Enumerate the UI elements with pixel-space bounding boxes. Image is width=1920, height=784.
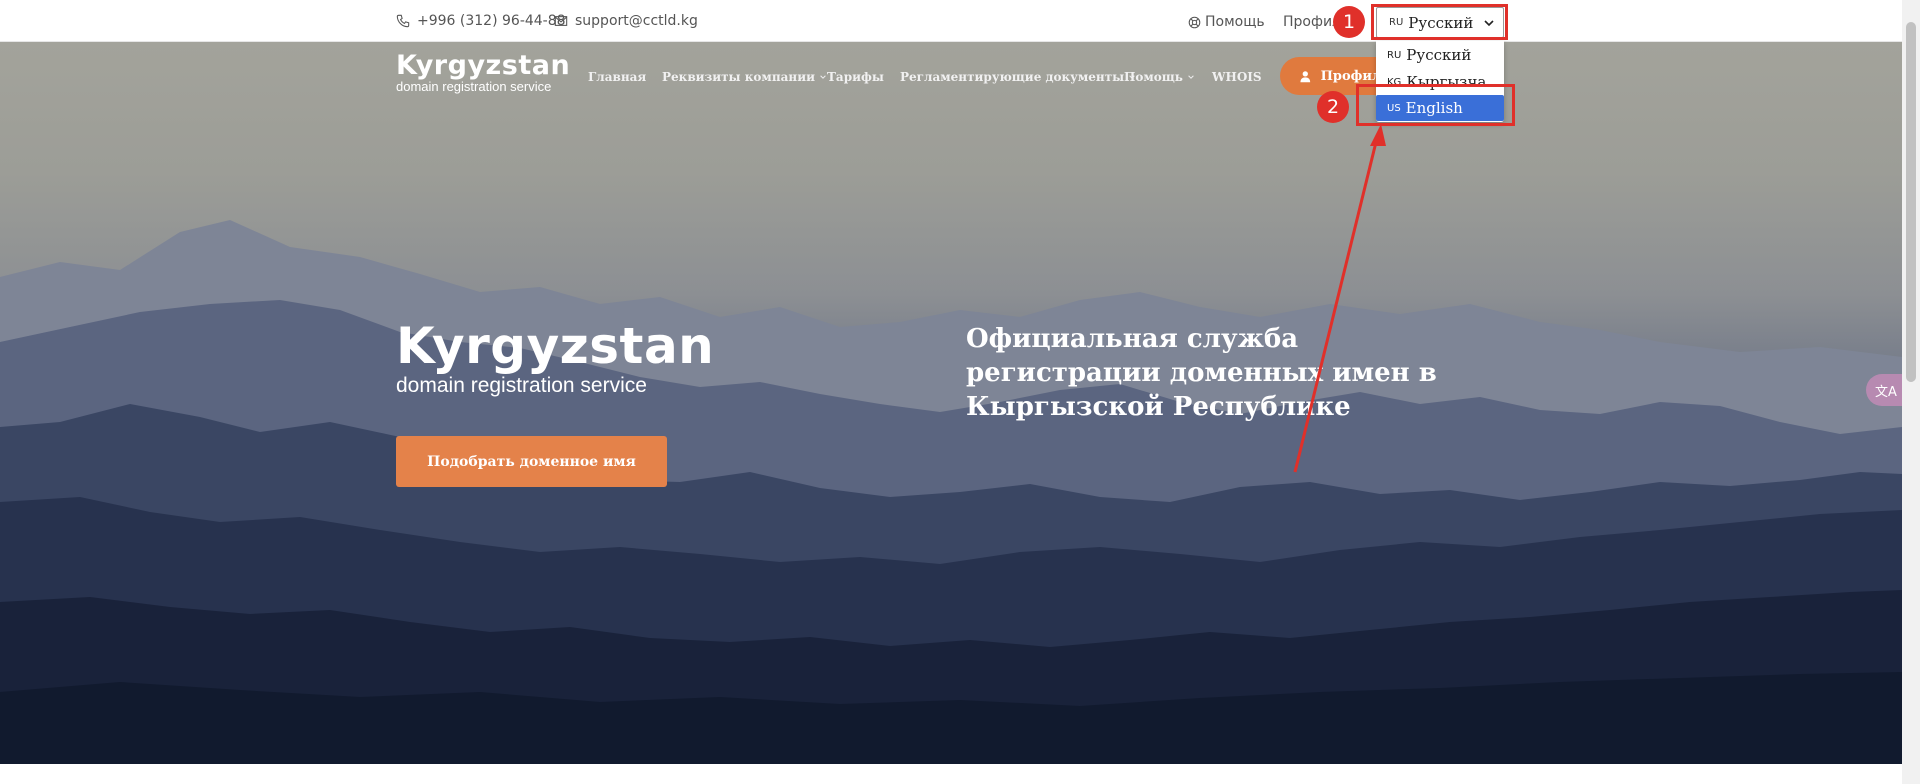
chevron-down-icon	[820, 75, 826, 79]
phone-contact[interactable]: +996 (312) 96-44-88	[396, 13, 566, 29]
nav-company-details[interactable]: Реквизиты компании	[662, 70, 827, 84]
phone-number: +996 (312) 96-44-88	[417, 13, 566, 29]
nav-label: Помощь	[1124, 70, 1183, 84]
profile-link[interactable]: Профиль	[1279, 14, 1341, 30]
hero-section	[0, 42, 1902, 764]
mountain-background	[0, 220, 1902, 764]
nav-label: Главная	[588, 70, 647, 84]
translate-icon[interactable]: 文A	[1866, 374, 1906, 406]
language-code: RU	[1387, 49, 1402, 61]
annotation-badge-step1: 1	[1333, 6, 1365, 38]
annotation-badge-step2: 2	[1317, 91, 1349, 123]
nav-regulatory-docs[interactable]: Регламентирующие документы	[900, 70, 1136, 84]
top-bar: +996 (312) 96-44-88 support@cctld.kg Пом…	[0, 0, 1902, 42]
find-domain-button[interactable]: Подобрать доменное имя	[396, 436, 667, 487]
nav-home[interactable]: Главная	[588, 70, 646, 84]
header-logo-title: Kyrgyzstan	[396, 50, 571, 81]
page-scrollbar[interactable]	[1902, 0, 1920, 784]
nav-label: Тарифы	[827, 70, 884, 84]
language-option-russian[interactable]: RU Русский	[1376, 42, 1504, 68]
email-contact[interactable]: support@cctld.kg	[554, 13, 698, 29]
nav-help[interactable]: Помощь	[1124, 70, 1195, 84]
header-logo-subtitle: domain registration service	[396, 79, 552, 94]
header-logo[interactable]: Kyrgyzstan domain registration service	[396, 52, 570, 94]
nav-label: Регламентирующие документы	[900, 70, 1125, 84]
email-address: support@cctld.kg	[575, 13, 698, 29]
hero-logo-subtitle: domain registration service	[396, 374, 647, 397]
lifebuoy-icon	[1188, 16, 1201, 28]
nav-tariffs[interactable]: Тарифы	[827, 70, 884, 84]
user-icon	[1300, 70, 1311, 82]
scrollbar-thumb[interactable]	[1906, 22, 1916, 382]
help-link[interactable]: Помощь	[1188, 14, 1265, 30]
nav-label: WHOIS	[1212, 70, 1262, 84]
language-label: Русский	[1406, 46, 1472, 64]
chevron-down-icon	[1188, 75, 1194, 79]
nav-label: Реквизиты компании	[662, 70, 815, 84]
mail-icon	[554, 16, 568, 26]
annotation-box-step1	[1371, 4, 1508, 40]
hero-logo: Kyrgyzstan domain registration service	[396, 320, 714, 398]
phone-icon	[396, 14, 410, 28]
hero-logo-title: Kyrgyzstan	[396, 317, 715, 375]
nav-whois[interactable]: WHOIS	[1212, 70, 1262, 84]
hero-headline: Официальная служба регистрации доменных …	[966, 324, 1437, 422]
help-label: Помощь	[1205, 14, 1265, 30]
annotation-box-step2	[1356, 84, 1515, 126]
